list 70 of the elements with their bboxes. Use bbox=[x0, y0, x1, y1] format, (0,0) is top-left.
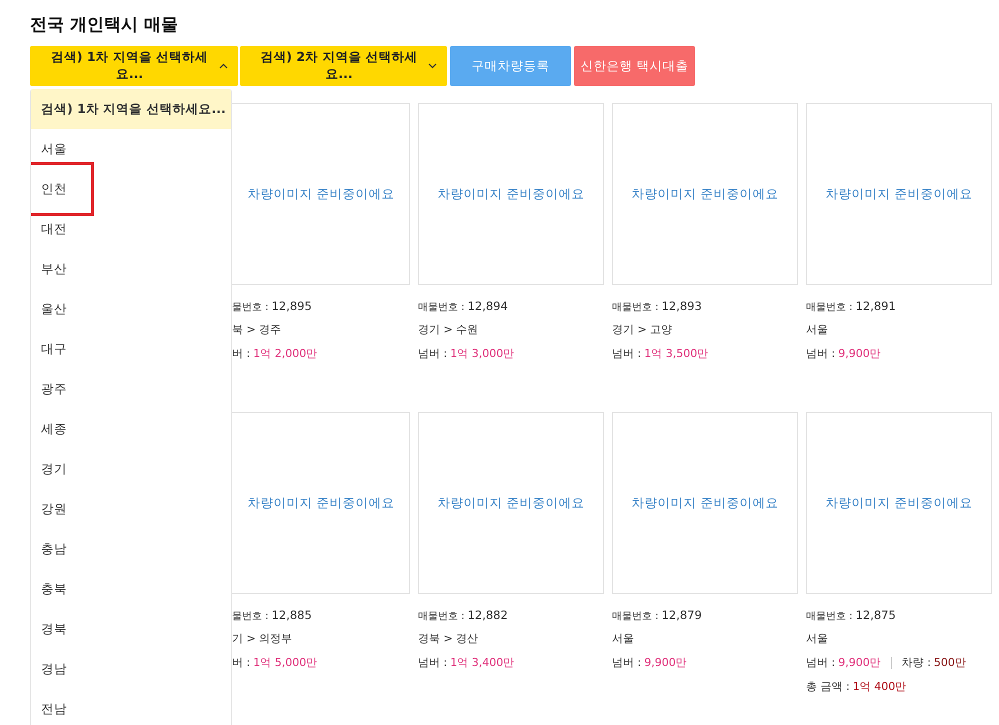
region-text: 경기 > 수원 bbox=[418, 323, 478, 336]
listing-number-label: 매물번호 : bbox=[418, 302, 465, 313]
region-text: 서울 bbox=[806, 323, 828, 336]
dropdown-item[interactable]: 울산 bbox=[31, 289, 231, 329]
caret-icon bbox=[219, 63, 228, 69]
listing-number: 12,895 bbox=[272, 299, 312, 313]
listing-number-label: 물번호 : bbox=[232, 302, 269, 313]
dropdown-item[interactable]: 경남 bbox=[31, 649, 231, 689]
image-placeholder[interactable]: 차량이미지 준비중이에요 bbox=[612, 412, 798, 594]
listing-number: 12,885 bbox=[272, 608, 312, 622]
price-value: 9,900만 bbox=[644, 656, 687, 669]
price-label: 차량 : bbox=[902, 656, 931, 669]
listing-number-label: 매물번호 : bbox=[418, 611, 465, 622]
dropdown-item[interactable]: 전남 bbox=[31, 689, 231, 725]
caret-icon bbox=[428, 63, 437, 69]
placeholder-text: 차량이미지 준비중이에요 bbox=[826, 186, 972, 202]
region-select[interactable]: 검색) 1차 지역을 선택하세요... bbox=[30, 46, 238, 86]
listing-number-label: 매물번호 : bbox=[806, 302, 853, 313]
dropdown-item[interactable]: 광주 bbox=[31, 369, 231, 409]
price-label: 넘버 : bbox=[418, 347, 448, 360]
listing-number: 12,882 bbox=[468, 608, 508, 622]
region-text: 서울 bbox=[806, 632, 828, 645]
image-placeholder[interactable]: 차량이미지 준비중이에요 bbox=[612, 103, 798, 285]
placeholder-text: 차량이미지 준비중이에요 bbox=[632, 186, 778, 202]
price-value: 9,900만 bbox=[838, 347, 881, 360]
price-label: 넘버 : bbox=[612, 347, 642, 360]
listing-number: 12,875 bbox=[856, 608, 896, 622]
listing-number-label: 매물번호 : bbox=[612, 302, 659, 313]
listing-number: 12,894 bbox=[468, 299, 508, 313]
listing-number-label: 물번호 : bbox=[232, 611, 269, 622]
dropdown-item[interactable]: 대구 bbox=[31, 329, 231, 369]
image-placeholder[interactable]: 차량이미지 준비중이에요 bbox=[418, 103, 604, 285]
price-value: 500만 bbox=[934, 656, 966, 669]
placeholder-text: 차량이미지 준비중이에요 bbox=[438, 186, 584, 202]
price-label: 넘버 : bbox=[418, 656, 448, 669]
price-label: 버 : bbox=[232, 347, 250, 360]
page-title: 전국 개인택시 매물 bbox=[30, 14, 179, 36]
price-label: 넘버 : bbox=[806, 656, 836, 669]
price-value: 1억 3,400만 bbox=[450, 656, 514, 669]
image-placeholder[interactable]: 차량이미지 준비중이에요 bbox=[418, 412, 604, 594]
region-text: 기 > 의정부 bbox=[232, 632, 292, 645]
price-value: 1억 3,500만 bbox=[644, 347, 708, 360]
listing-number: 12,893 bbox=[662, 299, 702, 313]
price-value: 1억 3,000만 bbox=[450, 347, 514, 360]
price-value: 1억 2,000만 bbox=[253, 347, 318, 360]
dropdown-item[interactable]: 경북 bbox=[31, 609, 231, 649]
placeholder-text: 차량이미지 준비중이에요 bbox=[826, 494, 972, 512]
placeholder-text: 차량이미지 준비중이에요 bbox=[632, 494, 778, 512]
region-text: 경북 > 경산 bbox=[418, 632, 478, 645]
price-label: 버 : bbox=[232, 656, 250, 669]
price-label: 총 금액 : bbox=[806, 680, 850, 693]
placeholder-text: 차량이미지 준비중이에요 bbox=[248, 494, 394, 512]
price-value: 9,900만 bbox=[838, 656, 881, 669]
listing-number: 12,879 bbox=[662, 608, 702, 622]
listing-number-label: 매물번호 : bbox=[612, 611, 659, 622]
listing-number: 12,891 bbox=[856, 299, 896, 313]
price-label: 넘버 : bbox=[806, 347, 836, 360]
region-text: 서울 bbox=[612, 632, 634, 645]
placeholder-text: 차량이미지 준비중이에요 bbox=[248, 186, 394, 202]
region-select[interactable]: 검색) 2차 지역을 선택하세요... bbox=[240, 46, 447, 86]
dropdown-item[interactable]: 검색) 1차 지역을 선택하세요... bbox=[31, 89, 231, 129]
image-placeholder[interactable]: 차량이미지 준비중이에요 bbox=[806, 412, 992, 594]
price-value: 1억 400만 bbox=[852, 680, 906, 693]
listing-number-label: 매물번호 : bbox=[806, 611, 853, 622]
region-text: 북 > 경주 bbox=[232, 323, 282, 336]
placeholder-text: 차량이미지 준비중이에요 bbox=[438, 494, 584, 512]
price-label: 넘버 : bbox=[612, 656, 642, 669]
region-text: 경기 > 고양 bbox=[612, 323, 672, 336]
image-placeholder[interactable]: 차량이미지 준비중이에요 bbox=[806, 103, 992, 285]
price-value: 1억 5,000만 bbox=[253, 656, 318, 669]
